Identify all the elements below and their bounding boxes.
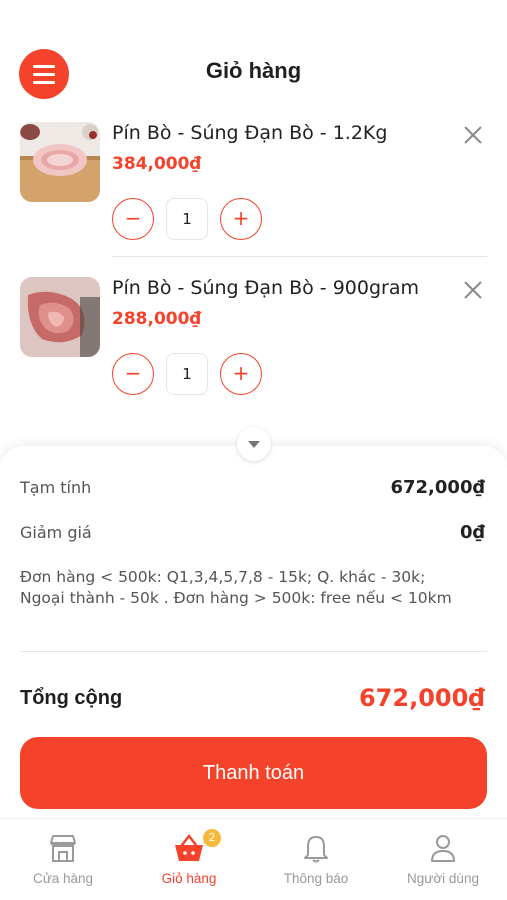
store-icon bbox=[50, 835, 76, 862]
divider bbox=[112, 256, 487, 257]
decrease-quantity-button[interactable]: − bbox=[112, 198, 154, 240]
cart-item: Pín Bò - Súng Đạn Bò - 900gram 288,000₫ … bbox=[0, 271, 507, 411]
remove-item-button[interactable] bbox=[461, 279, 485, 303]
product-price: 288,000₫ bbox=[112, 309, 202, 329]
total-value: 672,000₫ bbox=[358, 684, 485, 712]
nav-label: Thông báo bbox=[283, 871, 349, 886]
minus-icon: − bbox=[124, 206, 142, 230]
header: Giỏ hàng bbox=[0, 0, 507, 105]
minus-icon: − bbox=[124, 361, 142, 385]
shipping-note: Đơn hàng < 500k: Q1,3,4,5,7,8 - 15k; Q. … bbox=[20, 568, 452, 607]
close-icon bbox=[464, 281, 482, 299]
product-image[interactable] bbox=[20, 122, 100, 202]
cart-page: Giỏ hàng Pín Bò - Súng Đạn Bò - 1.2Kg 38… bbox=[0, 0, 507, 900]
decrease-quantity-button[interactable]: − bbox=[112, 353, 154, 395]
basket-icon bbox=[175, 833, 203, 861]
quantity-field[interactable]: 1 bbox=[166, 198, 208, 240]
plus-icon: + bbox=[232, 206, 250, 230]
quantity-field[interactable]: 1 bbox=[166, 353, 208, 395]
divider bbox=[20, 651, 487, 652]
nav-label: Cửa hàng bbox=[32, 871, 94, 886]
chevron-down-icon bbox=[248, 440, 260, 448]
nav-label: Người dùng bbox=[407, 871, 479, 886]
subtotal-label: Tạm tính bbox=[20, 478, 92, 497]
total-label: Tổng cộng bbox=[20, 687, 123, 709]
cart-count-badge: 2 bbox=[203, 829, 221, 847]
close-icon bbox=[464, 126, 482, 144]
increase-quantity-button[interactable]: + bbox=[220, 198, 262, 240]
plus-icon: + bbox=[232, 361, 250, 385]
nav-item-user[interactable]: Người dùng bbox=[380, 819, 506, 900]
nav-item-cart[interactable]: 2 Giỏ hàng bbox=[126, 819, 252, 900]
remove-item-button[interactable] bbox=[461, 124, 485, 148]
product-price: 384,000₫ bbox=[112, 154, 202, 174]
increase-quantity-button[interactable]: + bbox=[220, 353, 262, 395]
discount-value: 0₫ bbox=[459, 522, 485, 543]
page-title: Giỏ hàng bbox=[205, 58, 302, 83]
nav-label: Giỏ hàng bbox=[161, 871, 217, 886]
user-icon bbox=[431, 835, 455, 862]
product-name[interactable]: Pín Bò - Súng Đạn Bò - 900gram bbox=[112, 277, 419, 299]
nav-item-notifications[interactable]: Thông báo bbox=[253, 819, 379, 900]
product-name[interactable]: Pín Bò - Súng Đạn Bò - 1.2Kg bbox=[112, 122, 387, 144]
subtotal-value: 672,000₫ bbox=[390, 477, 485, 498]
nav-item-store[interactable]: Cửa hàng bbox=[0, 819, 126, 900]
bell-icon bbox=[304, 836, 328, 863]
bottom-nav: Cửa hàng 2 Giỏ hàng Thông báo Người dùng bbox=[0, 818, 507, 900]
collapse-summary-button[interactable] bbox=[237, 427, 271, 461]
discount-label: Giảm giá bbox=[20, 523, 92, 542]
cart-item: Pín Bò - Súng Đạn Bò - 1.2Kg 384,000₫ − … bbox=[0, 116, 507, 256]
checkout-button[interactable]: Thanh toán bbox=[20, 737, 487, 809]
product-image[interactable] bbox=[20, 277, 100, 357]
